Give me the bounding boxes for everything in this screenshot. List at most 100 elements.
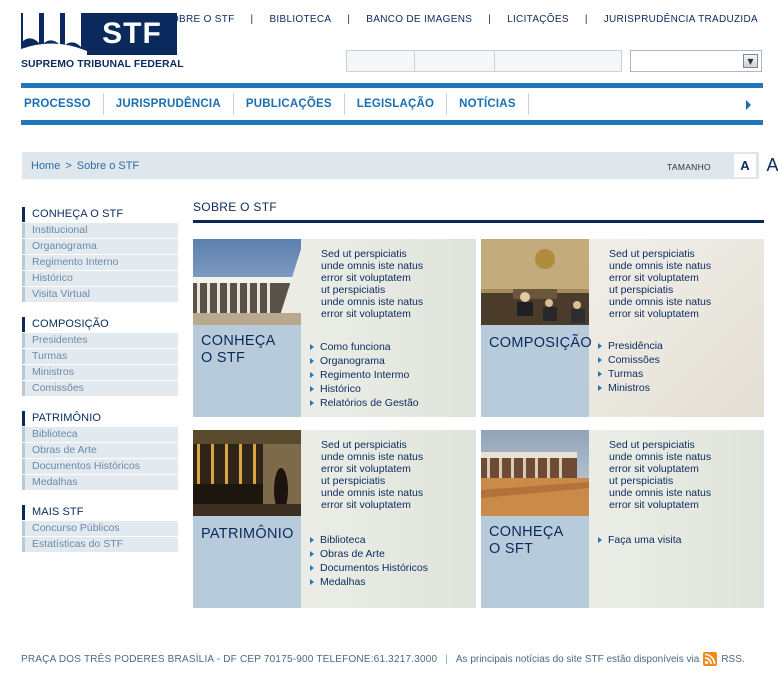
card-link[interactable]: Comissões: [598, 353, 663, 367]
main-nav: PROCESSO JURISPRUDÊNCIA PUBLICAÇÕES LEGI…: [21, 83, 763, 125]
card-link-text: Medalhas: [320, 576, 366, 588]
nav-next-arrow-icon[interactable]: [746, 100, 751, 110]
card-link[interactable]: Medalhas: [310, 575, 428, 589]
card-image-interior[interactable]: [193, 430, 301, 516]
breadcrumb-home[interactable]: Home: [31, 160, 60, 172]
top-link-banco-imagens[interactable]: BANCO DE IMAGENS: [366, 14, 472, 25]
footer-rss-link[interactable]: RSS.: [721, 654, 744, 665]
sidebar-item-regimento[interactable]: Regimento Interno: [22, 255, 178, 270]
sidebar-heading[interactable]: COMPOSIÇÃO: [22, 317, 178, 332]
sidebar-item-institucional[interactable]: Institucional: [22, 223, 178, 238]
sidebar-heading[interactable]: PATRIMÔNIO: [22, 411, 178, 426]
card-link[interactable]: Relatórios de Gestão: [310, 396, 419, 410]
sidebar-item-organograma[interactable]: Organograma: [22, 239, 178, 254]
card-desc-line: unde omnis iste natus: [609, 260, 712, 272]
sidebar-item-turmas[interactable]: Turmas: [22, 349, 178, 364]
nav-item-jurisprudencia[interactable]: JURISPRUDÊNCIA: [104, 93, 234, 115]
sidebar-item-concurso[interactable]: Concurso Públicos: [22, 521, 178, 536]
card-label[interactable]: PATRIMÔNIO: [193, 516, 301, 608]
card-description: Sed ut perspiciatis unde omnis iste natu…: [321, 248, 471, 320]
search-select[interactable]: ▼: [630, 50, 762, 72]
font-size-small-button[interactable]: A: [734, 154, 756, 177]
arrow-bullet-icon: [598, 537, 602, 543]
card-link-text: Relatórios de Gestão: [320, 397, 419, 409]
nav-item-noticias[interactable]: NOTÍCIAS: [447, 93, 529, 115]
card-desc-line: ut perspiciatis: [321, 475, 386, 487]
sidebar-item-comissoes[interactable]: Comissões: [22, 381, 178, 396]
sidebar-item-biblioteca[interactable]: Biblioteca: [22, 427, 178, 442]
nav-item-publicacoes[interactable]: PUBLICAÇÕES: [234, 93, 345, 115]
top-link-jurisprudencia-traduzida[interactable]: JURISPRUDÊNCIA TRADUZIDA: [604, 14, 758, 25]
card-link-text: Documentos Históricos: [320, 562, 428, 574]
card-desc-line: Sed ut perspiciatis: [321, 439, 407, 451]
sidebar-item-medalhas[interactable]: Medalhas: [22, 475, 178, 490]
top-nav: SOBRE O STF | BIBLIOTECA | BANCO DE IMAG…: [164, 14, 758, 25]
card-link-text: Presidência: [608, 340, 663, 352]
sidebar-item-presidentes[interactable]: Presidentes: [22, 333, 178, 348]
stf-logo[interactable]: STF SUPREMO TRIBUNAL FEDERAL: [21, 13, 184, 71]
card-label-line: CONHEÇA: [489, 524, 564, 540]
card-desc-line: error sit voluptatem: [609, 272, 699, 284]
sidebar-heading[interactable]: CONHEÇA O STF: [22, 207, 178, 222]
card-link[interactable]: Presidência: [598, 339, 663, 353]
sidebar-group-composicao: COMPOSIÇÃO Presidentes Turmas Ministros …: [22, 317, 178, 396]
chevron-down-icon[interactable]: ▼: [743, 54, 758, 68]
card-patrimonio: PATRIMÔNIO Sed ut perspiciatis unde omni…: [193, 430, 476, 608]
card-link[interactable]: Biblioteca: [310, 533, 428, 547]
search-tab-1[interactable]: [347, 51, 415, 71]
card-label[interactable]: COMPOSIÇÃO: [481, 325, 592, 417]
top-nav-separator: |: [584, 14, 588, 25]
card-desc-line: error sit voluptatem: [321, 463, 411, 475]
card-link-text: Ministros: [608, 382, 651, 394]
card-image-square[interactable]: [481, 430, 589, 516]
search-tab-3[interactable]: [495, 51, 621, 71]
card-desc-line: error sit voluptatem: [609, 463, 699, 475]
top-link-licitacoes[interactable]: LICITAÇÕES: [507, 14, 569, 25]
card-label[interactable]: CONHEÇA O STF: [193, 325, 301, 417]
card-desc-line: unde omnis iste natus: [321, 296, 424, 308]
card-link[interactable]: Obras de Arte: [310, 547, 428, 561]
arrow-bullet-icon: [310, 537, 314, 543]
font-size-large-button[interactable]: A: [759, 152, 778, 179]
top-link-biblioteca[interactable]: BIBLIOTECA: [269, 14, 331, 25]
card-description: Sed ut perspiciatis unde omnis iste natu…: [321, 439, 471, 511]
arrow-bullet-icon: [310, 551, 314, 557]
sidebar-item-documentos[interactable]: Documentos Históricos: [22, 459, 178, 474]
card-image-plenary[interactable]: [481, 239, 589, 325]
sidebar-item-ministros[interactable]: Ministros: [22, 365, 178, 380]
sidebar-item-historico[interactable]: Histórico: [22, 271, 178, 286]
card-link[interactable]: Histórico: [310, 382, 419, 396]
search-tab-2[interactable]: [415, 51, 495, 71]
nav-item-legislacao[interactable]: LEGISLAÇÃO: [345, 93, 448, 115]
rss-icon[interactable]: [703, 652, 718, 666]
card-desc-line: error sit voluptatem: [321, 272, 411, 284]
card-label[interactable]: CONHEÇA O SFT: [481, 516, 589, 608]
nav-item-processo[interactable]: PROCESSO: [21, 93, 104, 115]
arrow-bullet-icon: [310, 579, 314, 585]
card-link[interactable]: Faça uma visita: [598, 533, 682, 547]
card-link[interactable]: Ministros: [598, 381, 663, 395]
card-desc-line: ut perspiciatis: [321, 284, 386, 296]
card-image-building[interactable]: [193, 239, 301, 325]
sidebar-item-estatisticas[interactable]: Estatísticas do STF: [22, 537, 178, 552]
card-description: Sed ut perspiciatis unde omnis iste natu…: [609, 248, 759, 320]
sidebar-item-visita-virtual[interactable]: Visita Virtual: [22, 287, 178, 302]
card-link[interactable]: Turmas: [598, 367, 663, 381]
card-link-text: Biblioteca: [320, 534, 366, 546]
footer-separator: |: [445, 653, 448, 665]
search-tabs: [346, 50, 622, 72]
arrow-bullet-icon: [598, 385, 602, 391]
card-link-text: Histórico: [320, 383, 361, 395]
top-link-sobre[interactable]: SOBRE O STF: [164, 14, 235, 25]
card-link[interactable]: Como funciona: [310, 340, 419, 354]
card-link[interactable]: Documentos Históricos: [310, 561, 428, 575]
sidebar-item-obras-arte[interactable]: Obras de Arte: [22, 443, 178, 458]
breadcrumb-current[interactable]: Sobre o STF: [77, 160, 139, 172]
card-desc-line: unde omnis iste natus: [321, 260, 424, 272]
card-desc-line: Sed ut perspiciatis: [609, 248, 695, 260]
footer: PRAÇA DOS TRÊS PODERES BRASÍLIA - DF CEP…: [21, 652, 745, 666]
card-link[interactable]: Regimento Intermo: [310, 368, 419, 382]
sidebar-heading[interactable]: MAIS STF: [22, 505, 178, 520]
card-link[interactable]: Organograma: [310, 354, 419, 368]
footer-rss-text: As principais notícias do site STF estão…: [455, 653, 700, 665]
